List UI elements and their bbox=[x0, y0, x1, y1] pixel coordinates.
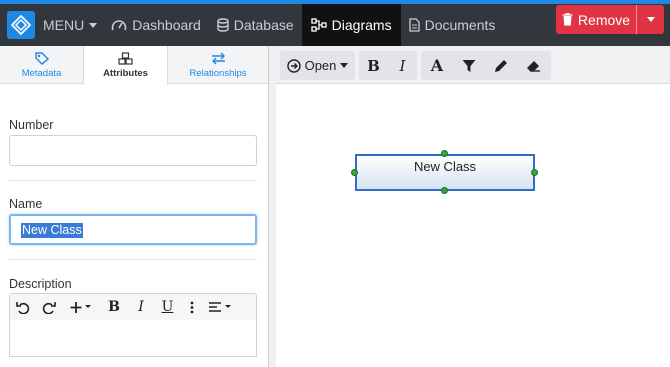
insert-dropdown-button[interactable] bbox=[62, 294, 100, 320]
tab-attributes-label: Attributes bbox=[103, 68, 148, 79]
description-toolbar: B I U bbox=[9, 293, 257, 321]
caret-down-icon bbox=[89, 22, 98, 28]
diagram-icon bbox=[311, 18, 327, 32]
nav-database[interactable]: Database bbox=[209, 4, 302, 46]
format-group: A bbox=[421, 51, 551, 80]
bold-icon: B bbox=[367, 56, 380, 75]
resize-handle-left[interactable] bbox=[351, 169, 358, 176]
italic-icon: I bbox=[399, 56, 406, 75]
nav-dashboard[interactable]: Dashboard bbox=[103, 4, 209, 46]
font-button[interactable]: A bbox=[421, 51, 453, 80]
tab-metadata[interactable]: Metadata bbox=[0, 46, 83, 84]
description-label: Description bbox=[9, 277, 72, 291]
resize-handle-right[interactable] bbox=[531, 169, 538, 176]
font-icon: A bbox=[430, 56, 444, 75]
remove-label: Remove bbox=[577, 11, 631, 28]
cubes-icon bbox=[118, 52, 133, 65]
bold-button[interactable]: B bbox=[359, 51, 388, 80]
redo-button[interactable] bbox=[36, 294, 62, 320]
redo-icon bbox=[42, 301, 56, 314]
logo-icon bbox=[11, 15, 31, 35]
name-input[interactable]: New Class bbox=[9, 214, 257, 245]
bold-button[interactable]: B bbox=[100, 294, 128, 320]
italic-button[interactable]: I bbox=[128, 294, 154, 320]
diagram-canvas[interactable] bbox=[277, 85, 670, 367]
panel-splitter[interactable] bbox=[268, 46, 276, 367]
nav-diagrams-label: Diagrams bbox=[331, 17, 392, 33]
underline-button[interactable]: U bbox=[154, 294, 181, 320]
open-dropdown-button[interactable]: Open bbox=[280, 51, 355, 80]
open-label: Open bbox=[304, 58, 337, 73]
eraser-button[interactable] bbox=[517, 51, 549, 80]
name-label: Name bbox=[9, 197, 43, 211]
open-button-content: Open bbox=[280, 51, 355, 80]
nav-database-label: Database bbox=[233, 17, 294, 33]
nav-diagrams[interactable]: Diagrams bbox=[301, 4, 401, 46]
app-logo[interactable] bbox=[7, 11, 35, 39]
diagram-toolbar: Open B I A bbox=[276, 46, 670, 84]
pencil-button[interactable] bbox=[485, 51, 517, 80]
caret-down-icon bbox=[340, 63, 349, 68]
class-node-label: New Class bbox=[413, 159, 477, 174]
more-button[interactable] bbox=[181, 294, 203, 320]
eraser-icon bbox=[526, 60, 540, 72]
italic-icon: I bbox=[138, 299, 144, 315]
arrow-circle-right-icon bbox=[286, 58, 301, 73]
filter-icon bbox=[462, 59, 476, 72]
text-style-group: B I bbox=[359, 51, 417, 80]
align-dropdown-button[interactable] bbox=[203, 294, 237, 320]
tab-relationships-label: Relationships bbox=[189, 67, 247, 79]
plus-icon bbox=[70, 301, 91, 313]
number-label: Number bbox=[9, 118, 54, 132]
remove-button[interactable]: Remove bbox=[556, 5, 637, 34]
align-left-icon bbox=[209, 301, 231, 312]
italic-button[interactable]: I bbox=[388, 51, 417, 80]
tab-metadata-label: Metadata bbox=[21, 67, 62, 79]
divider bbox=[9, 259, 257, 260]
undo-button[interactable] bbox=[10, 294, 36, 320]
tab-relationships[interactable]: Relationships bbox=[168, 46, 268, 84]
exchange-icon bbox=[211, 52, 225, 64]
bold-icon: B bbox=[108, 299, 120, 315]
filter-button[interactable] bbox=[453, 51, 485, 80]
underline-icon: U bbox=[161, 299, 174, 315]
gauge-icon bbox=[111, 20, 127, 31]
vertical-ellipsis-icon bbox=[190, 301, 194, 313]
menu-dropdown[interactable]: MENU bbox=[35, 4, 103, 46]
menu-label: MENU bbox=[43, 17, 85, 33]
caret-down-icon bbox=[646, 17, 655, 22]
divider bbox=[9, 180, 257, 181]
number-input[interactable] bbox=[9, 135, 257, 166]
document-icon bbox=[408, 18, 420, 32]
nav-dashboard-label: Dashboard bbox=[132, 17, 201, 33]
tag-icon bbox=[34, 51, 49, 65]
nav-documents-label: Documents bbox=[424, 17, 496, 33]
remove-dropdown-toggle[interactable] bbox=[637, 5, 664, 34]
properties-panel: Metadata Attributes Relationships Number… bbox=[0, 46, 268, 367]
resize-handle-bottom[interactable] bbox=[441, 187, 448, 194]
remove-button-group: Remove bbox=[556, 5, 664, 34]
description-editor[interactable] bbox=[9, 320, 257, 357]
resize-handle-top[interactable] bbox=[441, 150, 448, 157]
class-node[interactable]: New Class bbox=[355, 154, 535, 191]
database-icon bbox=[217, 18, 229, 32]
nav-documents[interactable]: Documents bbox=[401, 4, 504, 46]
undo-icon bbox=[16, 301, 30, 314]
pencil-icon bbox=[495, 59, 507, 72]
trash-icon bbox=[562, 13, 573, 26]
name-value: New Class bbox=[21, 223, 83, 238]
tab-attributes[interactable]: Attributes bbox=[83, 46, 168, 85]
properties-tabs: Metadata Attributes Relationships bbox=[0, 46, 268, 85]
